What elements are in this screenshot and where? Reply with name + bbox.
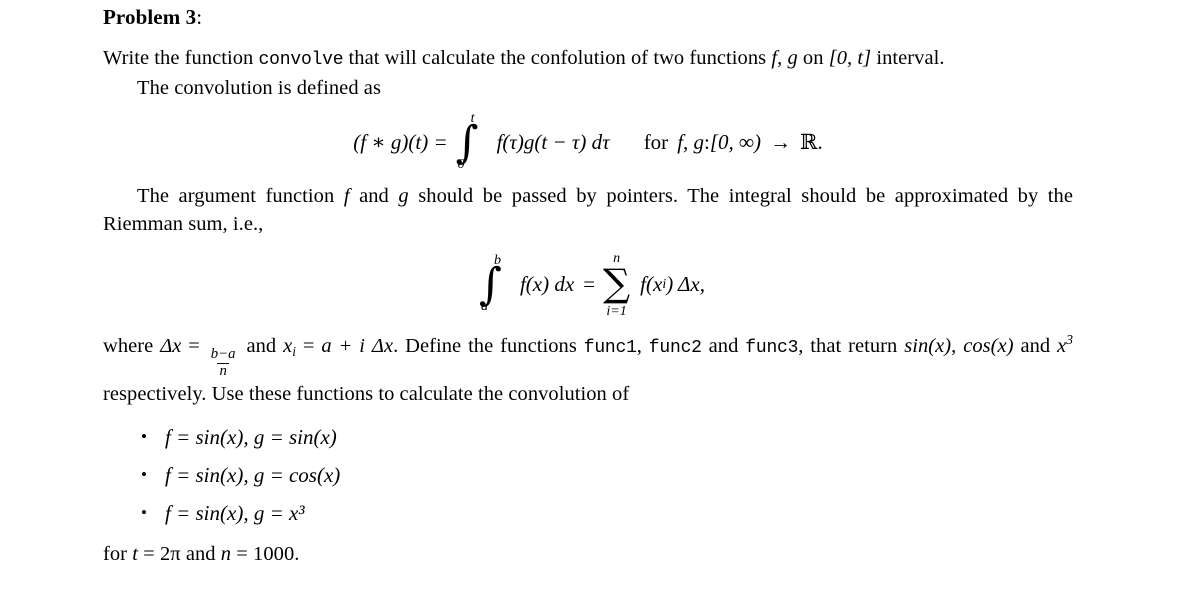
closing-part1: for bbox=[103, 543, 133, 566]
paragraph1-part1: Write the function bbox=[103, 47, 259, 69]
paragraph-convolution-defined: The convolution is defined as bbox=[137, 77, 381, 99]
list-item: • f = sin(x), g = cos(x) bbox=[103, 456, 1073, 494]
code-func1: func1 bbox=[583, 338, 637, 358]
closing-eq1: = bbox=[137, 543, 160, 566]
equation2-summand-tail: ) Δx, bbox=[666, 271, 705, 296]
fraction-denominator: n bbox=[217, 363, 229, 380]
equation1-period: . bbox=[817, 129, 823, 154]
equation-riemann-sum: ∫ b a f(x) dx = ∑ n i=1 f(x i) Δx, bbox=[103, 251, 1073, 318]
closing-n-value: 1000 bbox=[253, 543, 295, 566]
fraction-numerator: b−a bbox=[210, 346, 236, 363]
math-interval-0-t: [0, t] bbox=[828, 47, 872, 69]
equation1-condition-domain: [0, ∞) bbox=[709, 129, 762, 154]
paragraph4-sep3: , bbox=[951, 335, 964, 357]
paragraph-closing-parameters: for t = 2π and n = 1000. bbox=[103, 540, 1073, 568]
paragraph3-part1: The argument function bbox=[137, 185, 344, 207]
paragraph4-part1: where bbox=[103, 335, 161, 357]
equation1-lhs: (f ∗ g)(t) = bbox=[353, 129, 448, 154]
integral-a-b: ∫ b a bbox=[475, 254, 504, 314]
paragraph3-part2: and bbox=[349, 185, 399, 207]
paragraph1-part4: interval. bbox=[871, 47, 945, 69]
equation2-integrand: f(x) dx bbox=[519, 271, 575, 296]
math-g-symbol-2: g bbox=[398, 185, 409, 207]
list-item-label: f = sin(x), g = cos(x) bbox=[165, 463, 341, 488]
integral-icon-2: ∫ bbox=[479, 259, 502, 310]
math-x-i: x bbox=[283, 335, 293, 357]
paragraph4-part4: . Define the functions bbox=[393, 335, 584, 357]
equation2-equals: = bbox=[583, 271, 596, 296]
equation1-integrand: f(τ)g(t − τ) dτ bbox=[496, 129, 610, 154]
list-item-label: f = sin(x), g = sin(x) bbox=[165, 425, 337, 450]
page-title-label: Problem 3 bbox=[103, 5, 197, 29]
equation1-condition-functions: f, g bbox=[677, 129, 705, 154]
page-title-colon: : bbox=[196, 5, 203, 29]
equation1-condition-codomain: ℝ bbox=[800, 129, 818, 154]
summation: ∑ n i=1 bbox=[603, 251, 631, 318]
math-cos-x: cos(x) bbox=[963, 335, 1014, 357]
paragraph4-part5: , that return bbox=[798, 335, 905, 357]
math-n-var: n bbox=[220, 543, 232, 566]
integral-lower-limit: 0 bbox=[457, 157, 465, 172]
integral-lower-limit-a: a bbox=[481, 299, 489, 314]
closing-period: . bbox=[294, 543, 300, 566]
integral-0-t: ∫ t 0 bbox=[452, 112, 481, 172]
equation1-condition-for: for bbox=[643, 129, 669, 154]
paragraph1-part2: that will calculate the confolution of t… bbox=[343, 47, 772, 69]
paragraph-definitions: where Δx = b−a n and xi = a + i Δx. Defin… bbox=[103, 332, 1073, 408]
paragraph4-sep2: and bbox=[701, 335, 746, 357]
paragraph4-sep1: , bbox=[636, 335, 649, 357]
bullet-icon: • bbox=[141, 503, 147, 523]
paragraph1-comma: , bbox=[777, 47, 788, 69]
closing-eq2: = bbox=[231, 543, 254, 566]
document-page: Problem 3: Write the function convolve t… bbox=[0, 0, 1200, 590]
list-item-label: f = sin(x), g = x³ bbox=[165, 501, 305, 526]
math-x-cubed-exponent: 3 bbox=[1066, 332, 1074, 348]
document-content: Problem 3: Write the function convolve t… bbox=[103, 4, 1073, 568]
sigma-icon: ∑ bbox=[603, 260, 631, 305]
bullet-icon: • bbox=[141, 427, 147, 447]
integral-upper-limit: t bbox=[470, 111, 475, 126]
integral-upper-limit-b: b bbox=[494, 253, 502, 268]
convolution-cases-list: • f = sin(x), g = sin(x) • f = sin(x), g =… bbox=[103, 418, 1073, 532]
fraction-b-minus-a-over-n: b−a n bbox=[209, 346, 238, 380]
sum-upper-limit: n bbox=[613, 250, 621, 266]
math-x-cubed: x bbox=[1057, 335, 1067, 357]
paragraph-problem-statement: Write the function convolve that will ca… bbox=[103, 44, 1073, 74]
paragraph4-equals: = bbox=[181, 335, 207, 357]
paragraph1-part3: on bbox=[797, 47, 829, 69]
page-title: Problem 3: bbox=[103, 4, 1073, 30]
math-a-plus-i: a + i bbox=[321, 335, 366, 357]
code-func2: func2 bbox=[648, 338, 702, 358]
list-item: • f = sin(x), g = sin(x) bbox=[103, 418, 1073, 456]
paragraph4-part6: and bbox=[1013, 335, 1058, 357]
bullet-icon: • bbox=[141, 465, 147, 485]
paragraph4-part7: respectively. Use these functions to cal… bbox=[103, 383, 630, 406]
integral-icon: ∫ bbox=[455, 117, 479, 168]
paragraph4-part3: = bbox=[296, 335, 322, 357]
paragraph4-part2: and bbox=[239, 335, 284, 357]
math-g-symbol: g bbox=[787, 47, 798, 69]
list-item: • f = sin(x), g = x³ bbox=[103, 494, 1073, 532]
math-delta-x: Δx bbox=[160, 335, 182, 357]
equation-convolution: (f ∗ g)(t) = ∫ t 0 f(τ)g(t − τ) dτ for f… bbox=[103, 112, 1073, 172]
code-convolve: convolve bbox=[258, 50, 344, 70]
math-sin-x: sin(x) bbox=[904, 335, 952, 357]
equation2-summand: f(x bbox=[640, 271, 663, 296]
sum-lower-limit: i=1 bbox=[606, 303, 627, 319]
arrow-icon: → bbox=[770, 129, 792, 154]
closing-part2: and bbox=[180, 543, 221, 566]
closing-t-value: 2π bbox=[159, 543, 181, 566]
math-delta-x-2: Δx bbox=[365, 335, 394, 357]
paragraph-pointers-riemann: The argument function f and g should be … bbox=[103, 182, 1073, 238]
code-func3: func3 bbox=[745, 338, 799, 358]
